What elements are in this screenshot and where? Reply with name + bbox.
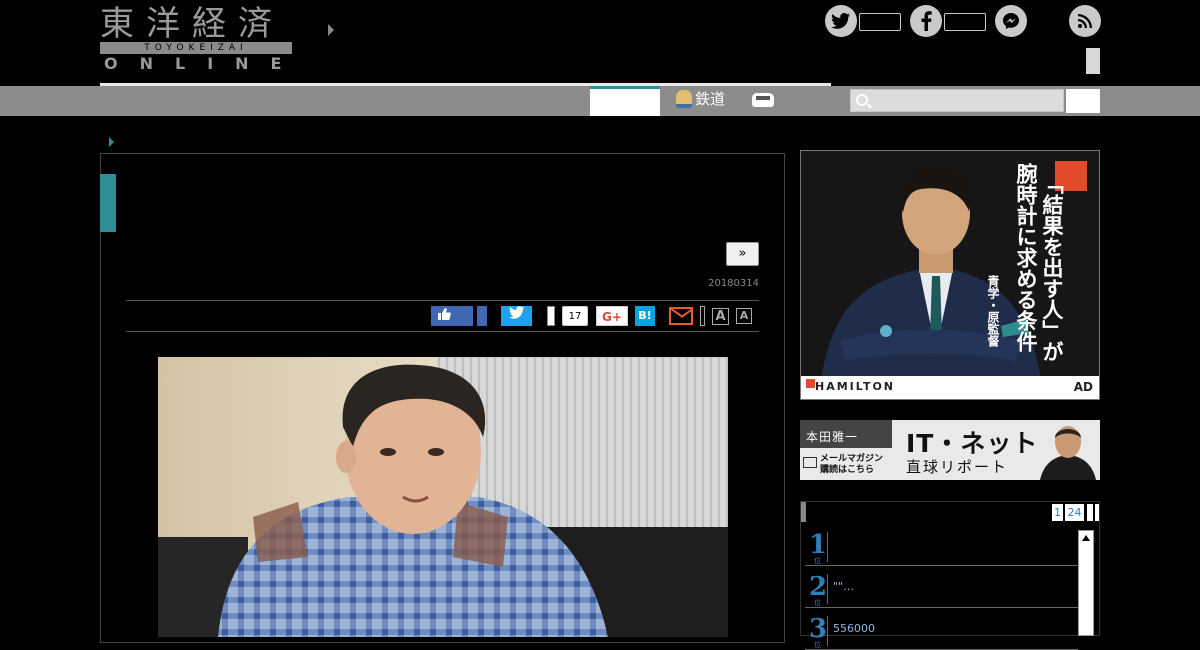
facebook-like-count — [477, 306, 487, 326]
search-input[interactable] — [850, 89, 1064, 112]
ranking-divider — [827, 616, 828, 646]
ad-headline-2: 腕時計に求める条件 — [1014, 163, 1038, 352]
logo-menu-arrow-icon[interactable] — [328, 24, 334, 36]
twitter-icon — [508, 306, 524, 319]
logo-kanji: 東洋経済 — [100, 4, 284, 44]
ranking-tab-3[interactable] — [1087, 504, 1093, 521]
ad-headline-1: 「結果を出す人」が — [1040, 173, 1064, 362]
twitter-count-bubble — [859, 13, 901, 31]
font-size-large-button[interactable]: A — [712, 308, 729, 325]
facebook-icon[interactable] — [910, 5, 942, 37]
nav-item-rail-label: 鉄道 — [695, 90, 726, 108]
google-plus-button[interactable]: G+ — [596, 306, 628, 326]
article-date: 20180314 — [708, 278, 759, 289]
banner-cta-line1: メールマガジン — [820, 454, 884, 464]
author-photo — [1040, 426, 1096, 480]
category-tag — [100, 174, 116, 232]
breadcrumb-arrow-icon — [109, 137, 114, 147]
ranking-widget: 1 24 1 位 2 位 ""… 3 位 556000 — [800, 501, 1101, 650]
banner-title: IT・ネット — [906, 429, 1039, 458]
ranking-header: 1 24 — [801, 502, 1101, 522]
next-page-button[interactable]: » — [726, 242, 759, 266]
hamilton-logo-icon — [806, 379, 815, 388]
ranking-item[interactable]: 3 位 556000 — [805, 612, 1078, 650]
ranking-title[interactable]: ""… — [833, 580, 854, 593]
ad-label: AD — [1073, 380, 1093, 394]
logo-online: ONLINE — [104, 54, 304, 73]
font-size-small-button[interactable]: A — [736, 308, 752, 324]
banner-author: 本田雅一 — [800, 420, 892, 448]
ranking-suffix: 位 — [814, 599, 821, 607]
ranking-divider — [827, 574, 828, 604]
ranking-suffix: 位 — [814, 641, 821, 649]
ranking-title[interactable]: 556000 — [833, 622, 875, 635]
ranking-divider — [827, 532, 828, 562]
messenger-icon[interactable] — [995, 5, 1027, 37]
envelope-icon — [803, 457, 817, 468]
ranking-suffix: 位 — [814, 557, 821, 565]
nav-item-rail[interactable]: 鉄道 — [676, 88, 725, 109]
mail-icon[interactable] — [669, 307, 693, 325]
logo-roman: TOYOKEIZAI — [100, 42, 292, 54]
print-button[interactable] — [700, 306, 705, 326]
train-icon — [676, 89, 692, 108]
pocket-count: 17 — [562, 306, 588, 326]
facebook-like-button[interactable] — [431, 306, 473, 326]
newsletter-banner[interactable]: 本田雅一 メールマガジン 購読はこちら IT・ネット 直球リポート — [800, 420, 1100, 480]
ranking-item[interactable]: 1 位 — [805, 528, 1078, 566]
thumbs-up-icon — [438, 308, 451, 320]
hamilton-ad-banner[interactable]: 「結果を出す人」が 腕時計に求める条件 青学・原監督 HAMILTON AD — [800, 150, 1100, 400]
ranking-tab-4[interactable] — [1095, 504, 1099, 521]
article-photo — [158, 357, 728, 637]
twitter-icon[interactable] — [825, 5, 857, 37]
site-logo[interactable]: 東洋経済 TOYOKEIZAI ONLINE — [100, 4, 304, 73]
ranking-scrollbar[interactable] — [1078, 530, 1094, 636]
rss-icon[interactable] — [1069, 5, 1101, 37]
ranking-tab-1[interactable]: 1 — [1052, 504, 1063, 521]
ranking-header-bar — [801, 502, 806, 522]
ranking-tab-24[interactable]: 24 — [1065, 504, 1084, 521]
banner-cta: メールマガジン 購読はこちら — [820, 454, 883, 476]
nav-tab-active[interactable] — [590, 86, 660, 116]
ad-byline: 青学・原監督 — [986, 275, 1000, 347]
divider — [126, 331, 759, 332]
scroll-up-arrow-icon[interactable] — [1082, 535, 1090, 541]
hatena-bookmark-button[interactable]: B! — [635, 306, 655, 326]
search-button[interactable] — [1066, 89, 1100, 113]
header-side-button[interactable] — [1086, 48, 1100, 74]
pocket-button[interactable] — [547, 306, 555, 326]
facebook-count-bubble — [944, 13, 986, 31]
twitter-share-button[interactable] — [501, 306, 532, 326]
search-icon — [856, 94, 868, 106]
ranking-item[interactable]: 2 位 ""… — [805, 570, 1078, 608]
car-icon[interactable] — [752, 93, 774, 107]
divider — [126, 300, 759, 301]
banner-cta-line2: 購読はこちら — [820, 465, 875, 475]
banner-subtitle: 直球リポート — [906, 458, 1009, 476]
ad-brand: HAMILTON — [815, 380, 896, 393]
